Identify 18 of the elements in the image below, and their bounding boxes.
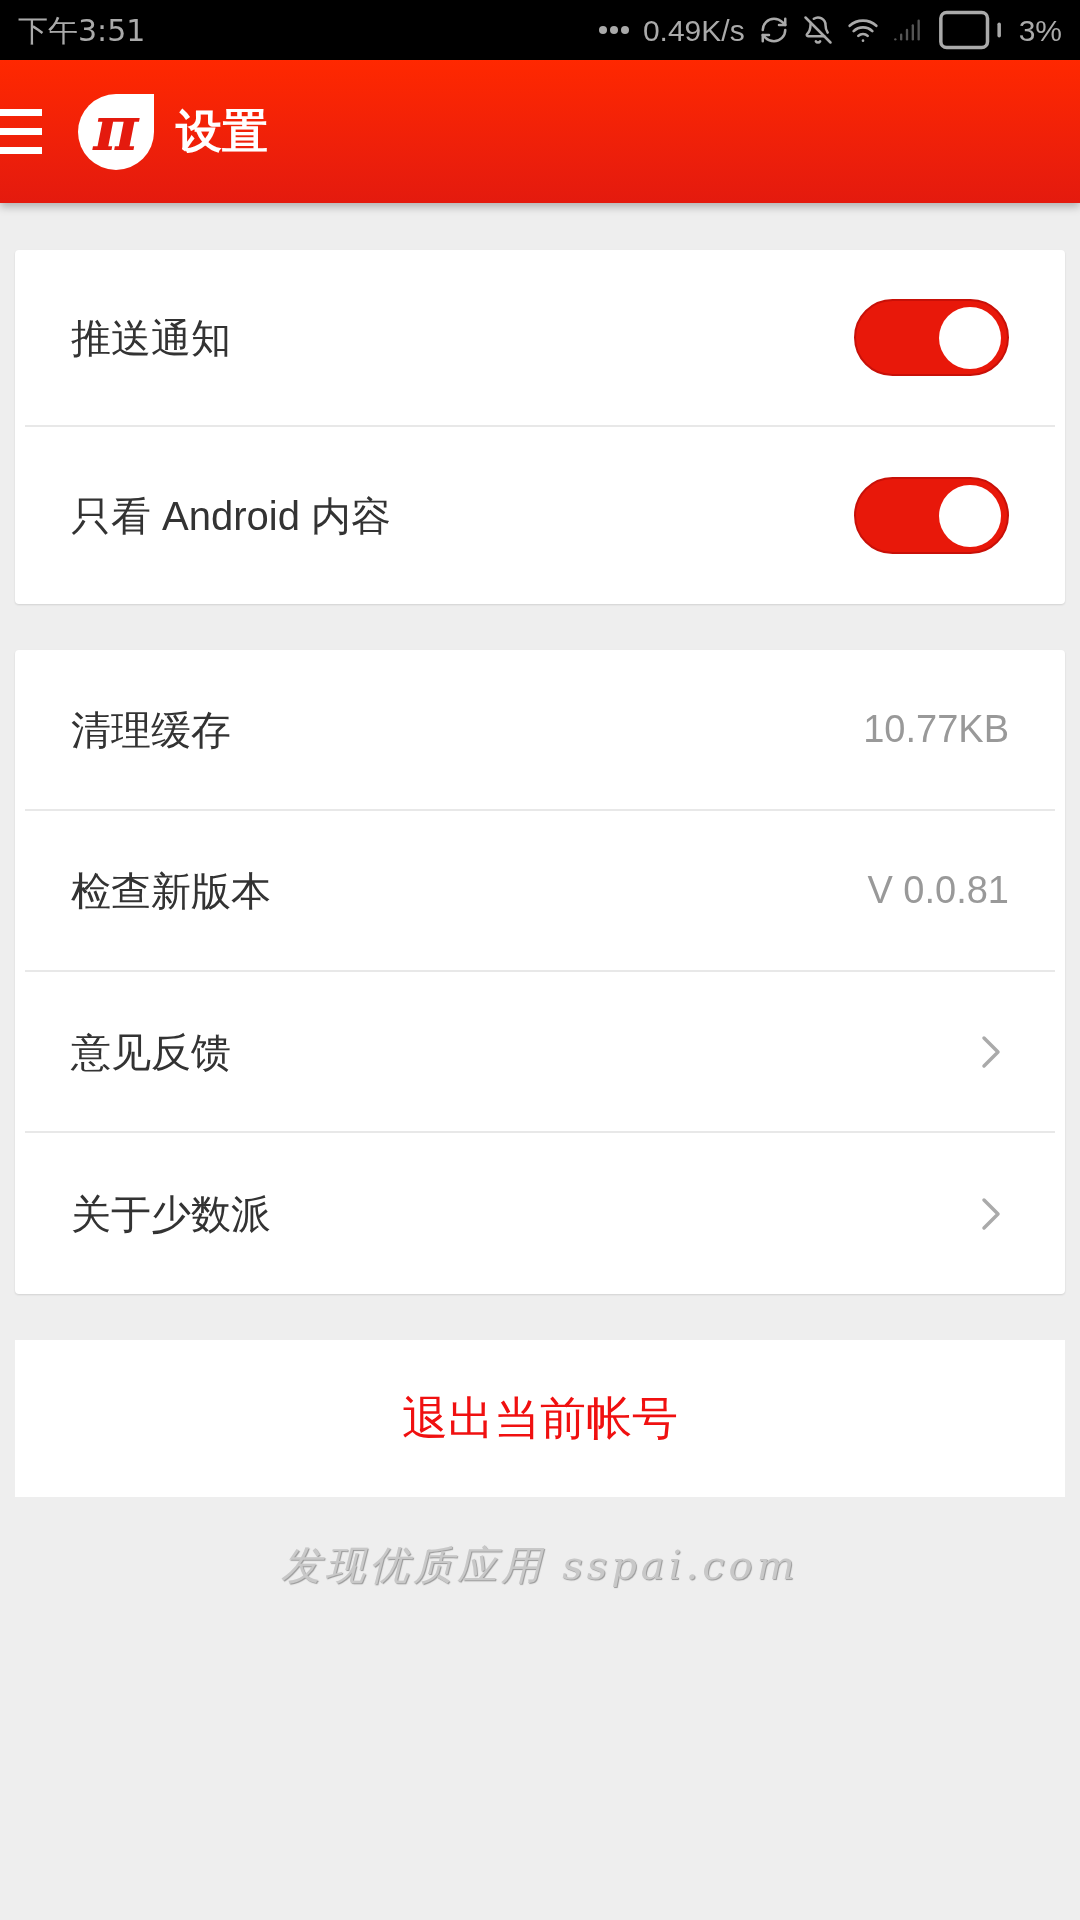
footer-slogan: 发现优质应用 sspai.com	[281, 1541, 799, 1590]
page-title: 设置	[176, 104, 268, 159]
setting-label: 关于少数派	[71, 1190, 271, 1238]
status-time: 下午3:51	[18, 11, 146, 50]
setting-label: 检查新版本	[71, 867, 271, 915]
bell-off-icon	[802, 15, 833, 45]
more-icon	[598, 26, 629, 34]
battery-percent: 3%	[1018, 12, 1062, 49]
logout-button[interactable]: 退出当前帐号	[15, 1340, 1065, 1497]
setting-label: 只看 Android 内容	[71, 492, 392, 540]
setting-value: V 0.0.81	[867, 868, 1009, 913]
setting-label: 推送通知	[71, 314, 231, 362]
setting-label: 清理缓存	[71, 706, 231, 754]
menu-icon[interactable]	[0, 106, 42, 157]
setting-value: 10.77KB	[863, 707, 1009, 752]
app-logo: π	[78, 93, 154, 170]
setting-label: 意见反馈	[71, 1028, 231, 1076]
network-speed: 0.49K/s	[642, 12, 745, 49]
